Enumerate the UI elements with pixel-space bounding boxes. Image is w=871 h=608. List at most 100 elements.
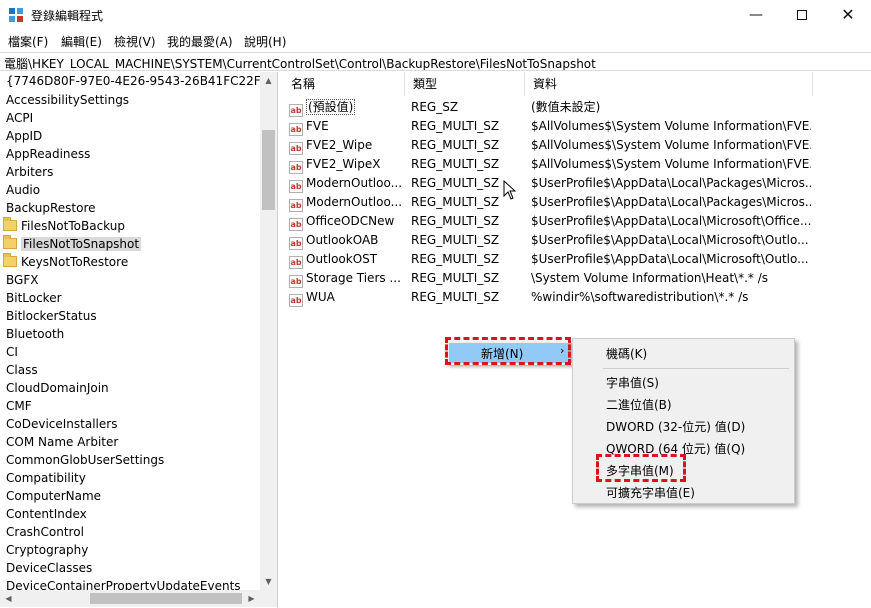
- folder-icon: [3, 253, 17, 267]
- tree-item[interactable]: BackupRestore: [6, 199, 96, 217]
- value-name: FVE: [306, 119, 329, 133]
- tree-item-label: Audio: [6, 183, 41, 197]
- value-row[interactable]: ab WUA REG_MULTI_SZ %windir%\softwaredist…: [283, 288, 871, 307]
- menu-help[interactable]: 說明(H): [244, 33, 286, 50]
- tree-item[interactable]: CMF: [6, 397, 32, 415]
- tree-item[interactable]: CoDeviceInstallers: [6, 415, 117, 433]
- tree-item[interactable]: Audio: [6, 181, 40, 199]
- tree-item-child[interactable]: FilesNotToBackup: [3, 217, 125, 235]
- scroll-right-icon[interactable]: ▶: [243, 590, 260, 607]
- value-name: ModernOutloo...: [306, 176, 403, 190]
- tree-item[interactable]: Bluetooth: [6, 325, 64, 343]
- value-name: OutlookOST: [306, 252, 378, 266]
- value-data: $UserProfile$\AppData\Local\Microsoft\Ou…: [531, 252, 809, 266]
- tree-item[interactable]: BitLocker: [6, 289, 62, 307]
- scroll-down-icon[interactable]: ▼: [260, 573, 277, 590]
- value-row[interactable]: ab FVE2_Wipe REG_MULTI_SZ $AllVolumes$\Sy…: [283, 136, 871, 155]
- value-row[interactable]: ab FVE2_WipeX REG_MULTI_SZ $AllVolumes$\S…: [283, 155, 871, 174]
- address-bar[interactable]: 電腦\HKEY_LOCAL_MACHINE\SYSTEM\CurrentCont…: [0, 52, 871, 71]
- menu-separator: [603, 368, 789, 369]
- value-data: $AllVolumes$\System Volume Information\F…: [531, 138, 811, 152]
- tree-item-child[interactable]: KeysNotToRestore: [3, 253, 128, 271]
- tree-item-label: Arbiters: [6, 165, 54, 179]
- submenu-item-binary[interactable]: 二進位值(B): [606, 396, 672, 413]
- tree-item[interactable]: ACPI: [6, 109, 33, 127]
- value-row[interactable]: ab FVE REG_MULTI_SZ $AllVolumes$\System V…: [283, 117, 871, 136]
- string-value-icon: ab: [289, 199, 303, 212]
- string-value-icon: ab: [289, 180, 303, 193]
- column-header-type[interactable]: 類型: [405, 72, 525, 96]
- tree-item[interactable]: DeviceClasses: [6, 559, 92, 577]
- tree-item-label: BitlockerStatus: [6, 309, 97, 323]
- folder-icon: [3, 235, 17, 249]
- value-data: \System Volume Information\Heat\*.* /s: [531, 271, 768, 285]
- tree-item[interactable]: BitlockerStatus: [6, 307, 97, 325]
- string-value-icon: ab: [289, 142, 303, 155]
- submenu-item-string[interactable]: 字串值(S): [606, 374, 659, 391]
- maximize-button[interactable]: [779, 0, 825, 30]
- close-button[interactable]: ✕: [825, 0, 871, 30]
- value-name: FVE2_WipeX: [306, 157, 381, 171]
- submenu-item-dword[interactable]: DWORD (32-位元) 值(D): [606, 418, 745, 435]
- menu-file[interactable]: 檔案(F): [8, 33, 48, 50]
- tree-item[interactable]: COM Name Arbiter: [6, 433, 118, 451]
- scroll-up-icon[interactable]: ▲: [260, 72, 277, 89]
- tree-item[interactable]: AppID: [6, 127, 42, 145]
- tree-item-label: ComputerName: [6, 489, 102, 503]
- tree-item-label: CrashControl: [6, 525, 84, 539]
- tree-item[interactable]: Compatibility: [6, 469, 86, 487]
- value-row[interactable]: ab (預設值) REG_SZ (數值未設定): [283, 98, 871, 117]
- tree-item[interactable]: AccessibilitySettings: [6, 91, 129, 109]
- value-row[interactable]: ab ModernOutloo... REG_MULTI_SZ $UserProf…: [283, 174, 871, 193]
- string-value-icon: ab: [289, 275, 303, 288]
- value-type: REG_MULTI_SZ: [411, 290, 500, 304]
- value-data: $AllVolumes$\System Volume Information\F…: [531, 157, 811, 171]
- value-name: FVE2_Wipe: [306, 138, 373, 152]
- tree-vertical-scrollbar[interactable]: ▲ ▼: [260, 72, 277, 590]
- scroll-thumb[interactable]: [90, 593, 242, 604]
- tree-item[interactable]: CrashControl: [6, 523, 84, 541]
- submenu-item-expandable-string[interactable]: 可擴充字串值(E): [606, 484, 695, 501]
- minimize-button[interactable]: —: [733, 0, 779, 30]
- tree-item-selected[interactable]: FilesNotToSnapshot: [3, 235, 142, 253]
- column-header-name[interactable]: 名稱: [283, 72, 405, 96]
- value-row[interactable]: ab Storage Tiers ... REG_MULTI_SZ \System…: [283, 269, 871, 288]
- tree-item[interactable]: Cryptography: [6, 541, 88, 559]
- value-type: REG_MULTI_SZ: [411, 252, 500, 266]
- tree-item[interactable]: CommonGlobUserSettings: [6, 451, 164, 469]
- tree-item-label: BitLocker: [6, 291, 62, 305]
- value-name: OfficeODCNew: [306, 214, 395, 228]
- tree-item-label: COM Name Arbiter: [6, 435, 119, 449]
- string-value-icon: ab: [289, 123, 303, 136]
- scroll-thumb[interactable]: [262, 130, 275, 210]
- tree-item-label: Bluetooth: [6, 327, 65, 341]
- menu-favorites[interactable]: 我的最愛(A): [167, 33, 233, 50]
- string-value-icon: ab: [289, 161, 303, 174]
- tree-item[interactable]: ComputerName: [6, 487, 101, 505]
- value-row[interactable]: ab ModernOutloo... REG_MULTI_SZ $UserProf…: [283, 193, 871, 212]
- window-title: 登錄編輯程式: [31, 9, 104, 23]
- value-type: REG_MULTI_SZ: [411, 233, 500, 247]
- tree-item[interactable]: BGFX: [6, 271, 38, 289]
- value-row[interactable]: ab OutlookOST REG_MULTI_SZ $UserProfile$\…: [283, 250, 871, 269]
- tree-item-label: FilesNotToBackup: [21, 219, 125, 233]
- value-name: WUA: [306, 290, 335, 304]
- tree-item[interactable]: CI: [6, 343, 18, 361]
- tree-item[interactable]: ContentIndex: [6, 505, 87, 523]
- submenu-item-key[interactable]: 機碼(K): [606, 345, 647, 362]
- column-header-data[interactable]: 資料: [525, 72, 813, 96]
- menu-edit[interactable]: 編輯(E): [61, 33, 102, 50]
- tree-item[interactable]: CloudDomainJoin: [6, 379, 109, 397]
- tree-item[interactable]: {7746D80F-97E0-4E26-9543-26B41FC22F79}: [6, 72, 277, 90]
- value-row[interactable]: ab OfficeODCNew REG_MULTI_SZ $UserProfile…: [283, 212, 871, 231]
- scroll-left-icon[interactable]: ◀: [0, 590, 17, 607]
- tree-item-label: BackupRestore: [6, 201, 96, 215]
- tree-horizontal-scrollbar[interactable]: ◀ ▶: [0, 590, 260, 607]
- tree-item[interactable]: Class: [6, 361, 38, 379]
- tree-item[interactable]: Arbiters: [6, 163, 53, 181]
- value-data: (數值未設定): [531, 100, 601, 114]
- value-row[interactable]: ab OutlookOAB REG_MULTI_SZ $UserProfile$\…: [283, 231, 871, 250]
- menu-view[interactable]: 檢視(V): [114, 33, 156, 50]
- tree-item-label: Compatibility: [6, 471, 86, 485]
- tree-item[interactable]: AppReadiness: [6, 145, 90, 163]
